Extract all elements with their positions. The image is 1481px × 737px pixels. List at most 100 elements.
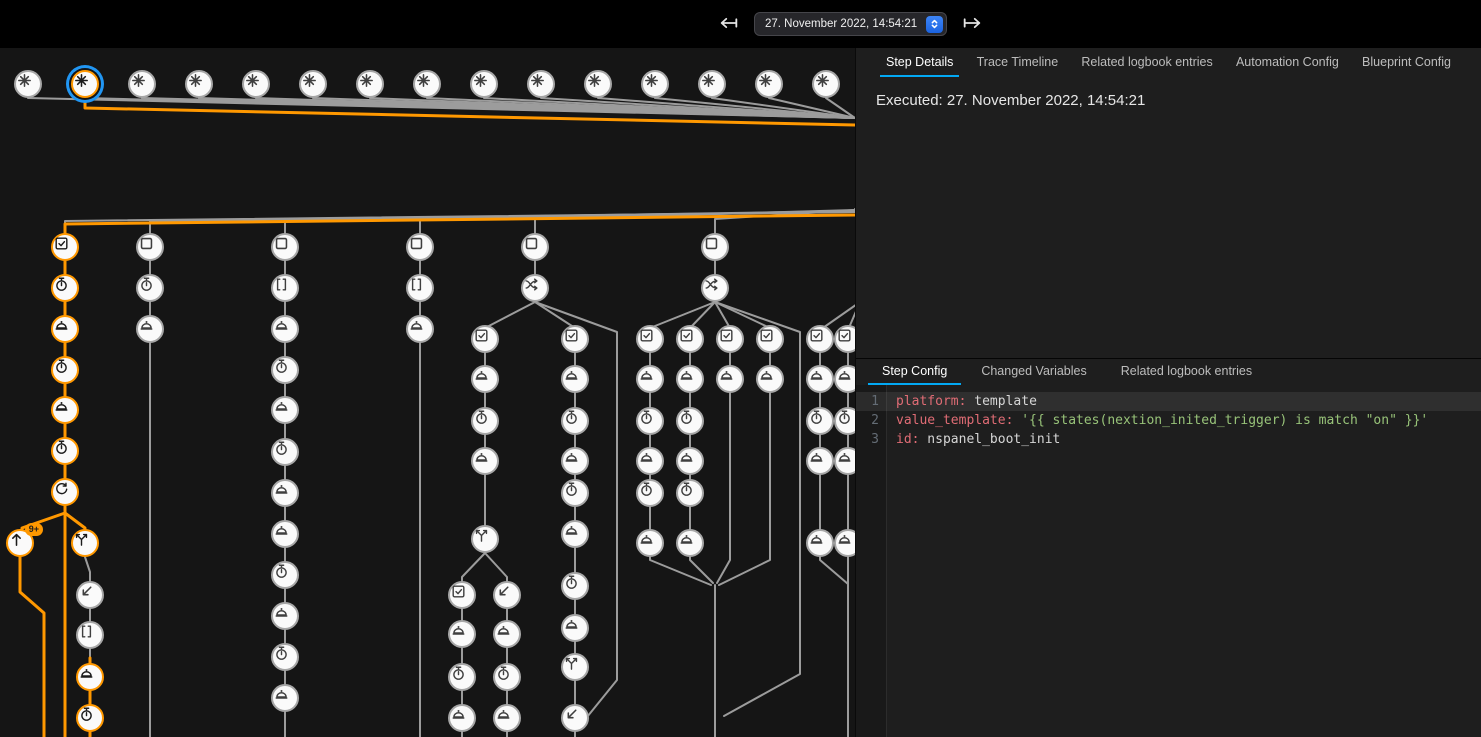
node-service-bell[interactable] [76,663,104,691]
subtab-step-config[interactable]: Step Config [868,359,961,385]
node-call-split[interactable] [471,525,499,553]
node-service-bell[interactable] [271,684,299,712]
node-code-brackets[interactable] [76,621,104,649]
node-checkbox-marked[interactable] [448,581,476,609]
node-checkbox-blank[interactable] [701,233,729,261]
node-call-split[interactable] [71,529,99,557]
node-code-brackets[interactable] [406,274,434,302]
subtab-related-logbook-entries[interactable]: Related logbook entries [1107,359,1266,385]
node-service-bell[interactable] [561,520,589,548]
node-choose[interactable] [701,274,729,302]
node-service-bell[interactable] [271,520,299,548]
node-service-bell[interactable] [561,447,589,475]
node-asterisk[interactable] [413,70,441,98]
node-timer[interactable] [493,663,521,691]
node-asterisk[interactable] [584,70,612,98]
node-checkbox-blank[interactable] [136,233,164,261]
node-service-bell[interactable] [756,365,784,393]
node-asterisk[interactable] [242,70,270,98]
node-timer[interactable] [271,356,299,384]
node-checkbox-marked[interactable] [676,325,704,353]
node-asterisk[interactable] [527,70,555,98]
node-service-bell[interactable] [448,620,476,648]
trace-select[interactable]: 27. November 2022, 14:54:21 [754,12,947,36]
node-service-bell[interactable] [271,479,299,507]
node-service-bell[interactable] [493,704,521,732]
node-checkbox-marked[interactable] [636,325,664,353]
node-timer[interactable] [51,356,79,384]
node-timer[interactable] [51,437,79,465]
node-checkbox-marked[interactable] [471,325,499,353]
node-checkbox-marked[interactable] [561,325,589,353]
node-arrow-bottom-left[interactable] [493,581,521,609]
node-timer[interactable] [636,407,664,435]
next-trace-button[interactable] [959,14,985,35]
node-service-bell[interactable] [471,365,499,393]
node-service-bell[interactable] [636,529,664,557]
node-timer[interactable] [561,572,589,600]
node-service-bell[interactable] [561,614,589,642]
node-service-bell[interactable] [716,365,744,393]
node-timer[interactable] [806,407,834,435]
tab-trace-timeline[interactable]: Trace Timeline [971,48,1065,77]
node-checkbox-blank[interactable] [271,233,299,261]
node-asterisk[interactable] [641,70,669,98]
node-checkbox-marked[interactable] [716,325,744,353]
node-checkbox-blank[interactable] [406,233,434,261]
node-service-bell[interactable] [406,315,434,343]
node-timer[interactable] [271,643,299,671]
node-service-bell[interactable] [806,365,834,393]
node-asterisk[interactable] [356,70,384,98]
node-timer[interactable] [561,479,589,507]
node-asterisk[interactable] [185,70,213,98]
node-choose[interactable] [521,274,549,302]
node-service-bell[interactable] [806,447,834,475]
node-asterisk[interactable] [14,70,42,98]
node-timer[interactable] [636,479,664,507]
node-service-bell[interactable] [561,365,589,393]
node-checkbox-marked[interactable] [756,325,784,353]
previous-trace-button[interactable] [716,14,742,35]
node-service-bell[interactable] [136,315,164,343]
tab-blueprint-config[interactable]: Blueprint Config [1356,48,1457,77]
node-asterisk[interactable] [755,70,783,98]
node-service-bell[interactable] [676,365,704,393]
node-service-bell[interactable] [493,620,521,648]
node-service-bell[interactable] [676,529,704,557]
node-asterisk[interactable] [812,70,840,98]
node-checkbox-marked[interactable] [51,233,79,261]
node-timer[interactable] [561,407,589,435]
node-timer[interactable] [271,561,299,589]
node-code-brackets[interactable] [271,274,299,302]
node-service-bell[interactable] [806,529,834,557]
node-service-bell[interactable] [471,447,499,475]
node-service-bell[interactable] [51,315,79,343]
node-timer[interactable] [271,438,299,466]
node-service-bell[interactable] [271,315,299,343]
node-checkbox-marked[interactable] [806,325,834,353]
node-arrow-bottom-left[interactable] [76,581,104,609]
node-arrow-bottom-left[interactable] [561,704,589,732]
node-checkbox-blank[interactable] [521,233,549,261]
node-timer[interactable] [136,274,164,302]
node-asterisk[interactable] [470,70,498,98]
node-timer[interactable] [76,704,104,732]
node-timer[interactable] [676,479,704,507]
node-service-bell[interactable] [271,396,299,424]
node-service-bell[interactable] [448,704,476,732]
node-service-bell[interactable] [51,396,79,424]
node-timer[interactable] [448,663,476,691]
node-asterisk[interactable] [698,70,726,98]
node-timer[interactable] [471,407,499,435]
subtab-changed-variables[interactable]: Changed Variables [967,359,1100,385]
tab-step-details[interactable]: Step Details [880,48,959,77]
node-service-bell[interactable] [271,602,299,630]
node-service-bell[interactable] [676,447,704,475]
node-timer[interactable] [676,407,704,435]
tab-related-logbook-entries[interactable]: Related logbook entries [1075,48,1218,77]
node-repeat[interactable] [51,478,79,506]
node-arrow-up[interactable]: 9+ [6,529,34,557]
node-asterisk[interactable] [128,70,156,98]
node-timer[interactable] [51,274,79,302]
node-call-split[interactable] [561,653,589,681]
